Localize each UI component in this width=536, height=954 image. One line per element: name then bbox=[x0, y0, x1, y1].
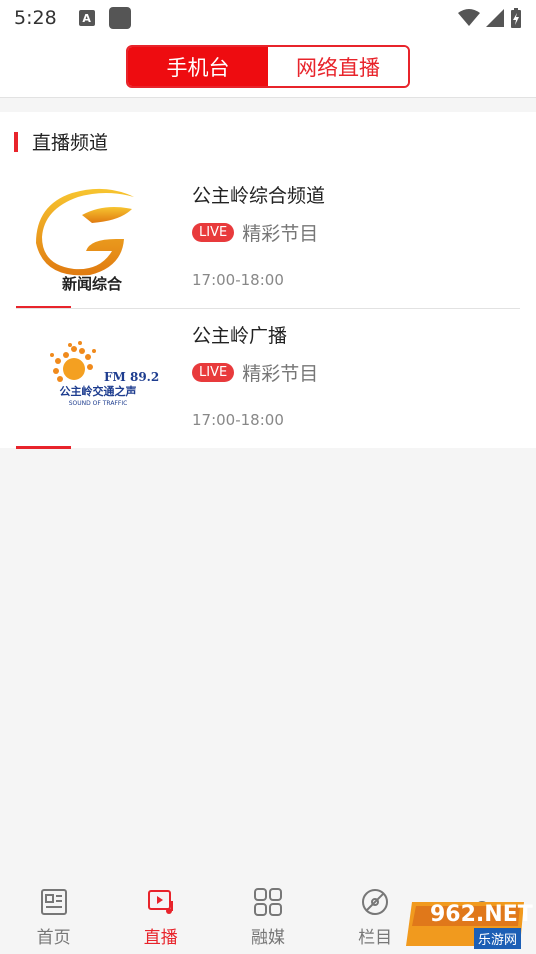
grid-icon bbox=[253, 887, 282, 916]
section-header: 直播频道 bbox=[14, 128, 108, 155]
tab-switcher: 手机台 网络直播 bbox=[126, 45, 410, 88]
watermark-text: 962.NET bbox=[430, 902, 533, 927]
thumb-underline bbox=[16, 446, 71, 449]
nav-live[interactable]: 直播 bbox=[107, 880, 214, 954]
channel-item[interactable]: FM 89.2 公主岭交通之声 SOUND OF TRAFFIC 公主岭广播 L… bbox=[0, 309, 536, 449]
news-icon bbox=[40, 888, 67, 915]
status-bar: 5:28 A bbox=[0, 0, 536, 36]
watermark: 962.NET 乐游网 bbox=[402, 898, 533, 950]
section-accent-bar bbox=[14, 131, 18, 152]
status-time: 5:28 bbox=[14, 7, 57, 29]
live-badge: LIVE bbox=[192, 363, 235, 382]
live-row: LIVE 精彩节目 bbox=[192, 359, 318, 386]
live-badge: LIVE bbox=[192, 223, 235, 242]
signal-icon bbox=[486, 9, 504, 27]
svg-text:公主岭交通之声: 公主岭交通之声 bbox=[60, 384, 137, 398]
radio-logo-icon: FM 89.2 公主岭交通之声 SOUND OF TRAFFIC bbox=[50, 341, 159, 407]
tab-web-live[interactable]: 网络直播 bbox=[268, 47, 408, 86]
live-play-icon bbox=[147, 889, 173, 914]
program-time: 17:00-18:00 bbox=[192, 271, 284, 289]
channel-item[interactable]: 新闻综合 公主岭综合频道 LIVE 精彩节目 17:00-18:00 bbox=[0, 169, 536, 309]
channel-name: 公主岭综合频道 bbox=[192, 185, 326, 207]
channel-list-panel: 直播频道 新闻综合 公主岭综合频道 LIVE 精彩节目 17:00-18:00 bbox=[0, 112, 536, 449]
tab-mobile-station[interactable]: 手机台 bbox=[128, 47, 268, 86]
channel-logo: FM 89.2 公主岭交通之声 SOUND OF TRAFFIC bbox=[16, 315, 166, 435]
live-row: LIVE 精彩节目 bbox=[192, 219, 318, 246]
wifi-icon bbox=[458, 9, 480, 26]
status-icons bbox=[458, 8, 522, 28]
svg-text:SOUND OF TRAFFIC: SOUND OF TRAFFIC bbox=[69, 400, 128, 407]
nav-label: 栏目 bbox=[358, 927, 393, 948]
channel-logo: 新闻综合 bbox=[16, 175, 166, 295]
channel-name: 公主岭广播 bbox=[192, 325, 288, 347]
watermark-subtext: 乐游网 bbox=[474, 928, 522, 949]
notification-square-icon bbox=[108, 7, 131, 29]
battery-icon bbox=[511, 8, 521, 28]
svg-text:FM 89.2: FM 89.2 bbox=[104, 370, 159, 384]
notification-a-icon: A bbox=[78, 10, 95, 26]
svg-text:新闻综合: 新闻综合 bbox=[62, 275, 123, 293]
nav-label: 融媒 bbox=[250, 927, 285, 948]
nav-media[interactable]: 融媒 bbox=[214, 880, 321, 954]
disc-icon bbox=[362, 888, 389, 915]
section-title: 直播频道 bbox=[32, 132, 109, 154]
news-logo-icon: 新闻综合 bbox=[36, 188, 134, 293]
program-title: 精彩节目 bbox=[242, 223, 319, 245]
program-time: 17:00-18:00 bbox=[192, 411, 284, 429]
top-bar: 手机台 网络直播 bbox=[0, 36, 536, 98]
nav-home[interactable]: 首页 bbox=[0, 880, 107, 954]
program-title: 精彩节目 bbox=[242, 363, 319, 385]
nav-label: 直播 bbox=[143, 927, 178, 948]
nav-label: 首页 bbox=[36, 927, 71, 948]
